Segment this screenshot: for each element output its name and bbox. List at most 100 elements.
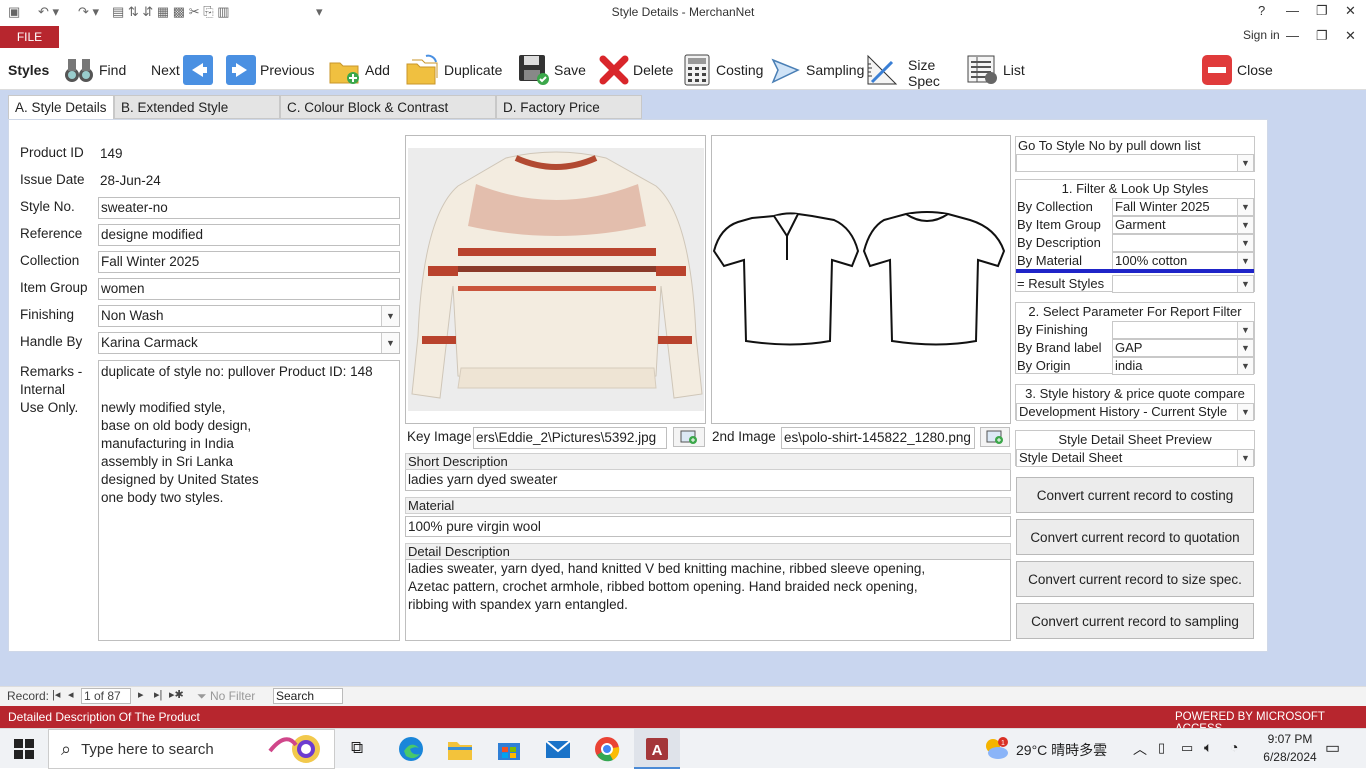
tray-device-icon[interactable]: ▯ [1158,740,1165,756]
doc-minimize-button[interactable]: — [1286,28,1299,43]
doc-restore-button[interactable]: ❐ [1316,28,1328,44]
key-image-path-field[interactable]: ers\Eddie_2\Pictures\5392.jpg [473,427,667,449]
file-explorer-icon[interactable] [447,737,473,764]
tab-style-details[interactable]: A. Style Details [8,95,114,120]
handle-by-select[interactable]: Karina Carmack ▼ [98,332,400,354]
weather-text[interactable]: 29°C 晴時多雲 [1016,740,1107,760]
costing-button[interactable]: Costing [684,50,763,90]
delete-button[interactable]: Delete [599,50,673,90]
detail-description-textarea[interactable]: ladies sweater, yarn dyed, hand knitted … [405,559,1011,641]
save-button[interactable]: Save [518,50,586,90]
short-description-field[interactable]: ladies yarn dyed sweater [405,470,1011,491]
convert-to-size-spec-button[interactable]: Convert current record to size spec. [1016,561,1254,597]
chevron-down-icon[interactable]: ▼ [1237,253,1253,269]
chevron-down-icon[interactable]: ▼ [1237,358,1253,374]
by-item-group-select[interactable]: Garment ▼ [1112,216,1254,234]
goto-style-select[interactable]: ▼ [1016,154,1254,172]
goto-style-box: Go To Style No by pull down list ▼ [1015,136,1255,172]
browse-second-image-button[interactable] [980,427,1010,447]
mail-icon[interactable] [545,738,571,763]
collection-field[interactable]: Fall Winter 2025 [98,251,400,273]
result-styles-select[interactable]: ▼ [1112,275,1254,293]
prev-record-icon[interactable]: ◂ [68,688,74,701]
style-no-label: Style No. [20,199,75,214]
store-icon[interactable] [496,737,522,764]
second-image-frame[interactable] [711,135,1011,424]
close-window-button[interactable]: ✕ [1345,3,1356,19]
size-spec-button[interactable]: Size Spec [866,50,940,90]
next-record-icon[interactable]: ▸ [138,688,144,701]
task-view-icon[interactable]: ⧉ [351,738,363,758]
by-finishing-select[interactable]: ▼ [1112,321,1254,339]
convert-to-sampling-button[interactable]: Convert current record to sampling [1016,603,1254,639]
chevron-down-icon[interactable]: ▼ [381,306,399,326]
no-filter-button[interactable]: ⏷ No Filter [197,689,255,704]
last-record-icon[interactable]: ▸| [154,688,162,701]
add-button[interactable]: Add [329,50,390,90]
file-tab[interactable]: FILE [0,26,59,48]
by-description-select[interactable]: ▼ [1112,234,1254,252]
by-collection-select[interactable]: Fall Winter 2025 ▼ [1112,198,1254,216]
minimize-button[interactable]: — [1286,3,1299,18]
chevron-down-icon[interactable]: ▼ [1237,217,1253,233]
start-button[interactable] [14,739,34,762]
chevron-down-icon[interactable]: ▼ [381,333,399,353]
volume-icon[interactable]: 🔈︎ [1204,739,1212,756]
material-field[interactable]: 100% pure virgin wool [405,516,1011,537]
taskbar-search[interactable]: ⌕ Type here to search [48,729,335,769]
new-record-icon[interactable]: ▸✱ [169,688,184,701]
style-no-field[interactable]: sweater-no [98,197,400,219]
chrome-icon[interactable] [594,736,620,765]
battery-icon[interactable]: ▭ [1181,740,1193,756]
notification-icon[interactable]: ▭ [1325,738,1340,758]
help-button[interactable]: ? [1258,3,1265,18]
chevron-down-icon[interactable]: ▼ [1237,322,1253,338]
chevron-down-icon[interactable]: ▼ [1237,340,1253,356]
finishing-select[interactable]: Non Wash ▼ [98,305,400,327]
tray-chevron-up-icon[interactable]: ︿ [1133,739,1147,759]
convert-to-costing-button[interactable]: Convert current record to costing [1016,477,1254,513]
by-origin-select[interactable]: india ▼ [1112,357,1254,375]
previous-button[interactable]: Previous [226,50,314,90]
sign-in-link[interactable]: Sign in [1243,28,1280,42]
record-position-field[interactable]: 1 of 87 [81,688,131,704]
browse-key-image-button[interactable] [673,427,705,447]
chevron-down-icon[interactable]: ▼ [1237,235,1253,251]
second-image-path-field[interactable]: es\polo-shirt-145822_1280.png [781,427,975,449]
key-image-frame[interactable] [405,135,706,424]
by-material-select[interactable]: 100% cotton ▼ [1112,252,1254,270]
chevron-down-icon[interactable]: ▼ [1237,404,1253,420]
chevron-down-icon[interactable]: ▼ [1237,199,1253,215]
wifi-icon[interactable]: ◔ [1230,739,1238,755]
tab-colour-block[interactable]: C. Colour Block & Contrast Colour [280,95,496,139]
close-form-button[interactable]: Close [1201,50,1273,90]
record-label: Record: [7,689,50,703]
next-button[interactable]: Next [151,50,217,90]
restore-button[interactable]: ❐ [1316,3,1328,19]
record-search-field[interactable]: Search [273,688,343,704]
access-taskbar-button[interactable]: A [634,729,680,769]
duplicate-button[interactable]: Duplicate [406,50,502,90]
reference-field[interactable]: designe modified [98,224,400,246]
goto-style-label: Go To Style No by pull down list [1018,138,1201,153]
chevron-down-icon[interactable]: ▼ [1237,276,1253,292]
item-group-field[interactable]: women [98,278,400,300]
convert-to-quotation-button[interactable]: Convert current record to quotation [1016,519,1254,555]
doc-close-button[interactable]: ✕ [1345,28,1356,44]
edge-icon[interactable] [398,736,424,765]
clock-date[interactable]: 6/28/2024 [1262,750,1318,764]
remarks-textarea[interactable]: duplicate of style no: pullover Product … [98,360,400,641]
tab-factory-price-quote[interactable]: D. Factory Price Quote [496,95,642,139]
sheet-preview-select[interactable]: Style Detail Sheet ▼ [1016,449,1254,467]
list-button[interactable]: List [967,50,1025,90]
by-brand-select[interactable]: GAP ▼ [1112,339,1254,357]
clock-time[interactable]: 9:07 PM [1262,732,1318,746]
tab-extended-style-details[interactable]: B. Extended Style Details [114,95,280,139]
style-history-select[interactable]: Development History - Current Style ▼ [1016,403,1254,421]
sampling-button[interactable]: Sampling [770,50,864,90]
first-record-icon[interactable]: |◂ [52,688,60,701]
chevron-down-icon[interactable]: ▼ [1237,450,1253,466]
filter-lookup-title: 1. Filter & Look Up Styles [1061,181,1209,196]
chevron-down-icon[interactable]: ▼ [1237,155,1253,171]
find-button[interactable]: Find [63,50,126,90]
